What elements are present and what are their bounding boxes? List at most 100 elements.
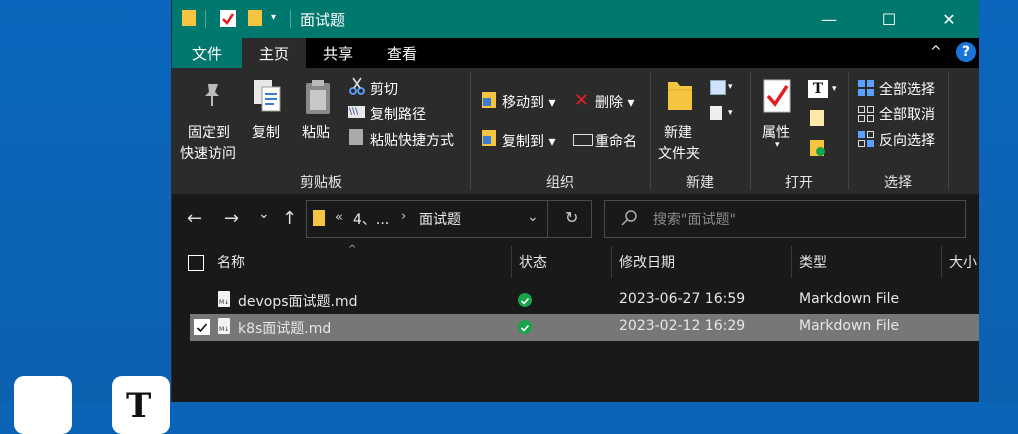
new-folder-label-2[interactable]: 文件夹 [658,143,700,163]
tab-home[interactable]: 主页 [242,38,306,68]
tab-share[interactable]: 共享 [306,38,370,68]
explorer-window: ▾ 面试题 — ☐ ✕ 文件 主页 共享 查看 ^ ? 固定到 快速访问 复制 … [171,0,979,402]
properties-quick-icon[interactable] [220,10,236,27]
cut-button[interactable]: 剪切 [370,79,398,99]
file-name[interactable]: devops面试题.md [238,291,358,311]
file-type: Markdown File [799,318,900,334]
delete-label: 删除 [595,95,623,111]
file-name[interactable]: k8s面试题.md [238,318,331,338]
new-folder-quick-icon[interactable] [248,10,262,26]
easy-access-dropdown-icon[interactable]: ▾ [728,108,733,118]
help-icon[interactable]: ? [956,42,976,62]
table-row[interactable]: M↓ devops面试题.md 2023-06-27 16:59 Markdow… [190,287,979,314]
select-none-icon [858,106,874,126]
column-date[interactable]: 修改日期 [619,252,675,272]
paste-shortcut-icon [349,129,363,145]
select-all-icon [858,80,874,100]
address-history-dropdown-icon[interactable]: ⌄ [527,209,539,225]
navigation-bar: ← → ⌄ ↑ « 4、... › 面试题 ⌄ ↻ 搜索"面试题" [172,194,979,246]
column-status[interactable]: 状态 [519,252,547,272]
title-bar: ▾ 面试题 — ☐ ✕ [172,0,979,38]
select-all-button[interactable]: 全部选择 [879,79,935,99]
paste-button[interactable]: 粘贴 [302,122,330,142]
paste-icon [304,78,332,120]
address-overflow-icon[interactable]: « [335,210,343,225]
edit-icon[interactable] [810,110,824,126]
forward-button[interactable]: → [224,208,239,229]
window-title: 面试题 [300,11,346,29]
new-folder-label-1[interactable]: 新建 [664,122,692,142]
breadcrumb-chevron-icon: › [401,209,407,224]
column-name[interactable]: 名称 [217,252,245,272]
desktop-app-icon[interactable] [14,376,72,434]
properties-button[interactable]: 属性 [762,122,790,142]
copy-path-icon: \\\ [348,106,365,118]
ribbon-tabs: 文件 主页 共享 查看 [172,38,979,68]
close-button[interactable]: ✕ [919,0,979,38]
open-with-icon[interactable]: T [808,80,828,98]
history-icon[interactable] [810,140,825,156]
move-to-button[interactable]: 移动到 ▾ [502,92,555,112]
minimize-button[interactable]: — [799,0,859,38]
search-box[interactable]: 搜索"面试题" [604,200,966,238]
tab-file[interactable]: 文件 [172,38,242,68]
copy-to-icon [482,130,496,146]
search-icon [621,209,637,231]
pin-icon [200,82,224,112]
select-none-button[interactable]: 全部取消 [879,104,935,124]
ribbon: 固定到 快速访问 复制 粘贴 剪切 \\\ 复制路径 粘贴快捷方式 剪贴板 移动… [172,68,979,194]
move-to-icon [482,92,496,108]
collapse-ribbon-icon[interactable]: ^ [930,44,942,60]
address-bar[interactable]: « 4、... › 面试题 ⌄ ↻ [306,200,592,238]
copy-to-label: 复制到 [502,134,544,150]
markdown-file-icon: M↓ [218,318,230,334]
cut-icon [349,77,365,99]
copy-button[interactable]: 复制 [252,122,280,142]
select-all-checkbox[interactable] [188,255,204,271]
delete-button[interactable]: 删除 ▾ [595,92,634,112]
easy-access-icon[interactable] [710,106,722,120]
new-item-dropdown-icon[interactable]: ▾ [728,82,733,92]
new-group-label: 新建 [686,175,714,191]
table-row-selected[interactable]: M↓ k8s面试题.md 2023-02-12 16:29 Markdown F… [190,314,979,341]
breadcrumb-current[interactable]: 面试题 [419,209,461,229]
organize-group-label: 组织 [546,175,574,191]
rename-icon [573,134,593,146]
column-size[interactable]: 大小 [949,252,977,272]
new-folder-icon [666,78,694,116]
row-checkbox-checked[interactable] [194,319,210,335]
tab-view[interactable]: 查看 [370,38,434,68]
copy-path-button[interactable]: 复制路径 [370,104,426,124]
invert-selection-button[interactable]: 反向选择 [879,130,935,150]
rename-button[interactable]: 重命名 [595,131,637,151]
pin-quick-access-label-2[interactable]: 快速访问 [180,143,236,163]
paste-shortcut-button[interactable]: 粘贴快捷方式 [370,130,454,150]
copy-to-button[interactable]: 复制到 ▾ [502,131,555,151]
search-placeholder: 搜索"面试题" [653,212,736,228]
select-group-label: 选择 [884,175,912,191]
address-folder-icon [313,210,325,226]
sync-ok-icon [518,320,532,334]
file-type: Markdown File [799,291,900,307]
folder-icon [182,10,196,26]
desktop-text-icon[interactable]: T [112,376,170,434]
back-button[interactable]: ← [187,208,202,229]
refresh-button[interactable]: ↻ [565,208,578,227]
customize-quick-access-icon[interactable]: ▾ [271,12,276,23]
recent-locations-button[interactable]: ⌄ [258,206,270,222]
file-date: 2023-02-12 16:29 [619,318,746,334]
open-dropdown-icon[interactable]: ▾ [832,84,837,94]
clipboard-group-label: 剪贴板 [300,175,342,191]
maximize-button[interactable]: ☐ [859,0,919,38]
properties-dropdown-icon[interactable]: ▾ [775,140,780,150]
open-group-label: 打开 [785,175,813,191]
breadcrumb-parent[interactable]: 4、... [353,209,389,229]
column-type[interactable]: 类型 [799,252,827,272]
column-header: ^ 名称 状态 修改日期 类型 大小 [172,244,979,278]
invert-selection-icon [858,131,874,151]
pin-quick-access-label-1[interactable]: 固定到 [188,122,230,142]
new-item-icon[interactable] [710,80,726,95]
sort-ascending-icon: ^ [348,244,357,255]
markdown-file-icon: M↓ [218,291,230,307]
up-button[interactable]: ↑ [282,208,297,229]
